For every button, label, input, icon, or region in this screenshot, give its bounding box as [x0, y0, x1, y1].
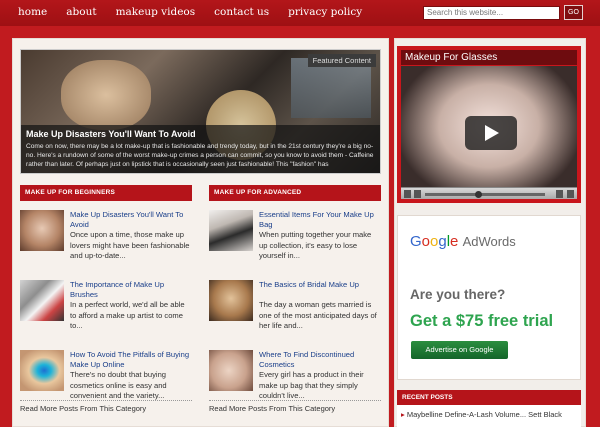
post-excerpt: Every girl has a product in their make u… [259, 370, 364, 400]
play-icon[interactable] [465, 116, 517, 150]
recent-posts-widget: RECENT POSTS ▸ Maybelline Define-A-Lash … [397, 390, 581, 427]
list-item: The Basics of Bridal Make Up The day a w… [209, 280, 381, 341]
main-nav: home about makeup videos contact us priv… [18, 6, 381, 18]
video-widget: Makeup For Glasses [397, 46, 581, 203]
top-navigation-bar: home about makeup videos contact us priv… [0, 0, 600, 26]
ad-offer: Get a $75 free trial [410, 312, 554, 330]
pause-icon[interactable] [404, 190, 411, 198]
fullscreen-icon[interactable] [567, 190, 574, 198]
post-title-link[interactable]: The Importance of Make Up Brushes [70, 280, 192, 300]
ad-question: Are you there? [410, 287, 506, 302]
post-title-link[interactable]: Where To Find Discontinued Cosmetics [259, 350, 381, 370]
post-title-link[interactable]: How To Avoid The Pitfalls of Buying Make… [70, 350, 192, 370]
video-controls [401, 187, 577, 199]
list-item: Essential Items For Your Make Up Bag Whe… [209, 210, 381, 271]
featured-photo-person [61, 60, 151, 130]
recent-post-link[interactable]: ▸ Maybelline Define-A-Lash Volume... Set… [397, 405, 581, 419]
post-excerpt: Once upon a time, those make up lovers m… [70, 230, 190, 260]
post-title-link[interactable]: The Basics of Bridal Make Up [259, 280, 381, 290]
search-input[interactable]: Search this website... [423, 6, 560, 20]
video-thumbnail[interactable] [401, 66, 577, 199]
advertise-button[interactable]: Advertise on Google [411, 341, 508, 359]
google-adwords-logo: Google AdWords [410, 233, 516, 250]
video-title[interactable]: Makeup For Glasses [401, 50, 577, 65]
category-heading: MAKE UP FOR BEGINNERS [20, 185, 192, 201]
video-seek-handle[interactable] [475, 191, 482, 198]
nav-contact-us-link[interactable]: contact us [214, 6, 269, 18]
category-heading: MAKE UP FOR ADVANCED [209, 185, 381, 201]
read-more-link-beginners[interactable]: Read More Posts From This Category [20, 400, 192, 413]
search-go-button[interactable]: GO [564, 5, 583, 20]
post-excerpt: The day a woman gets married is one of t… [259, 300, 377, 330]
nav-about-link[interactable]: about [66, 6, 96, 18]
category-column-advanced: MAKE UP FOR ADVANCED Essential Items For… [209, 185, 381, 411]
post-excerpt: In a perfect world, we'd all be able to … [70, 300, 185, 330]
post-excerpt: There's no doubt that buying cosmetics o… [70, 370, 167, 400]
category-column-beginners: MAKE UP FOR BEGINNERS Make Up Disasters … [20, 185, 192, 411]
nav-makeup-videos-link[interactable]: makeup videos [116, 6, 196, 18]
post-title-link[interactable]: Make Up Disasters You'll Want To Avoid [70, 210, 192, 230]
list-item: The Importance of Make Up Brushes In a p… [20, 280, 192, 341]
nav-privacy-policy-link[interactable]: privacy policy [288, 6, 362, 18]
list-item: Make Up Disasters You'll Want To Avoid O… [20, 210, 192, 271]
featured-slider[interactable]: Featured Content Make Up Disasters You'l… [20, 49, 381, 174]
nav-home-link[interactable]: home [18, 6, 47, 18]
featured-tag: Featured Content [307, 54, 376, 67]
volume-icon[interactable] [414, 190, 421, 198]
post-title-link[interactable]: Essential Items For Your Make Up Bag [259, 210, 381, 230]
video-progress-track[interactable] [425, 193, 545, 196]
settings-icon[interactable] [556, 190, 563, 198]
featured-title-link[interactable]: Make Up Disasters You'll Want To Avoid [26, 129, 375, 139]
featured-excerpt: Come on now, there may be a lot make-up … [26, 143, 374, 168]
adwords-banner[interactable]: Google AdWords Are you there? Get a $75 … [397, 215, 581, 380]
read-more-link-advanced[interactable]: Read More Posts From This Category [209, 400, 381, 413]
featured-photo-background [291, 58, 371, 118]
post-excerpt: When putting together your make up colle… [259, 230, 372, 260]
recent-posts-heading: RECENT POSTS [397, 390, 581, 405]
featured-caption: Make Up Disasters You'll Want To Avoid C… [21, 125, 380, 173]
